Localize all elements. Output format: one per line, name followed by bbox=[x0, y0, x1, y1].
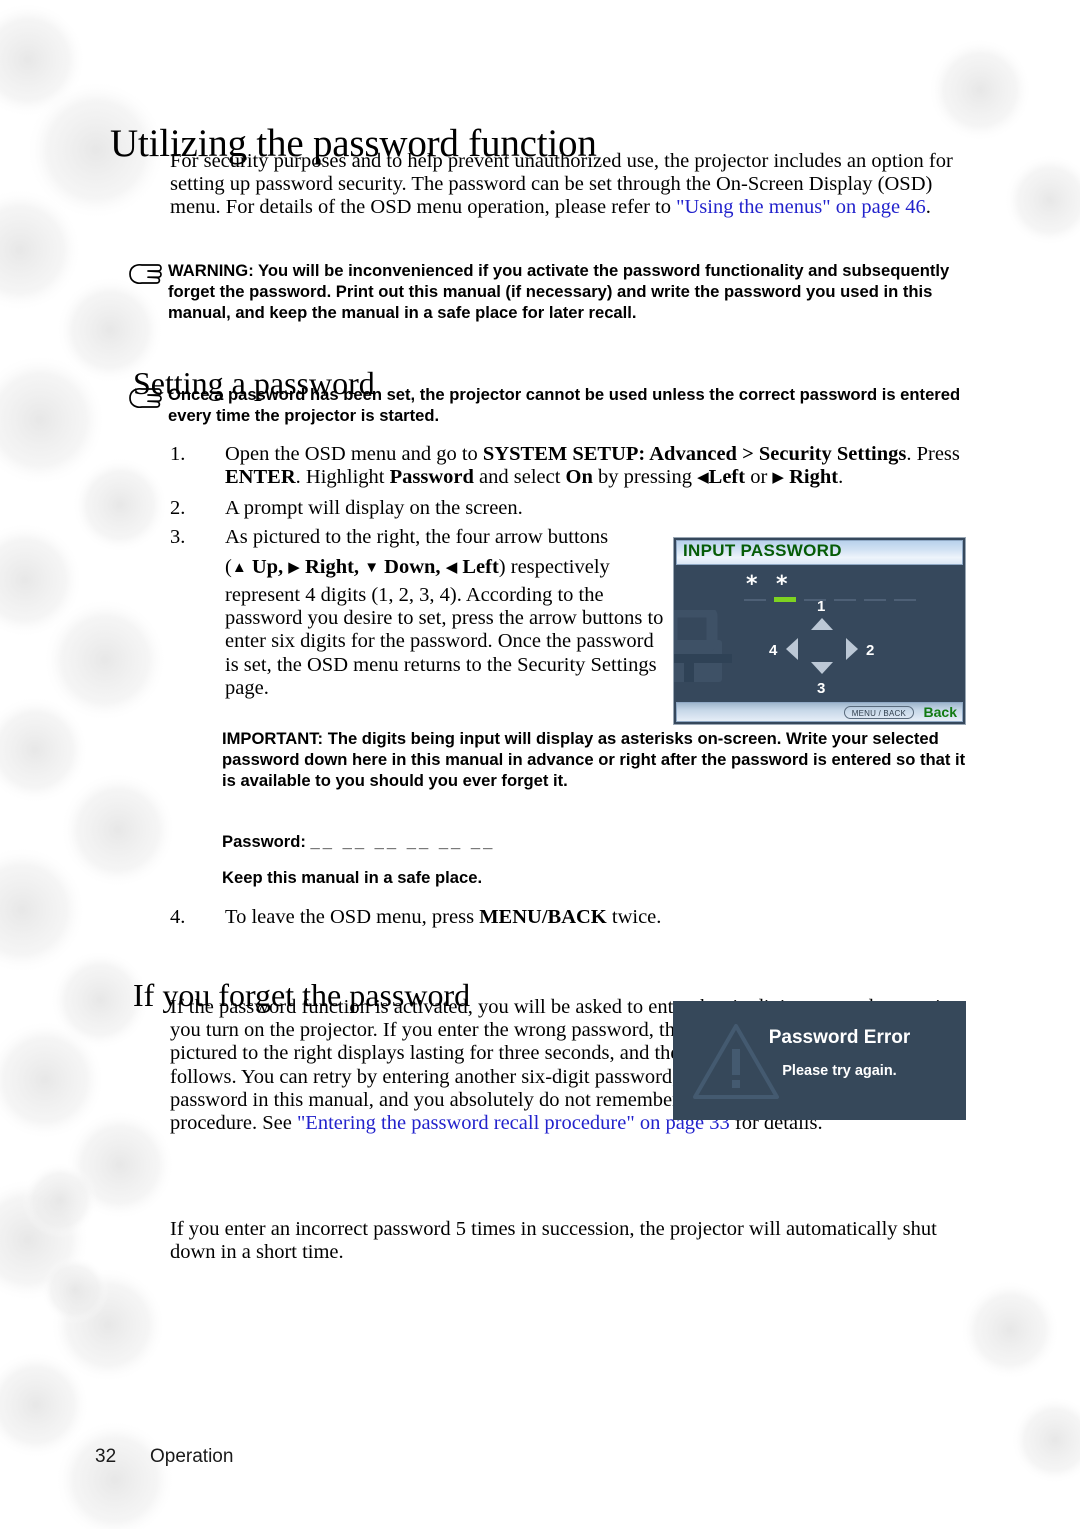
down-triangle-icon: ▼ bbox=[364, 560, 380, 576]
password-label: Password: bbox=[222, 832, 306, 851]
menu-item-password: Password bbox=[389, 466, 474, 489]
left-triangle-icon: ◀ bbox=[697, 470, 709, 487]
password-error-title: Password Error bbox=[768, 1027, 911, 1048]
menu-path-security-settings: SYSTEM SETUP: Advanced > Security Settin… bbox=[482, 443, 907, 465]
arrow-right-icon bbox=[846, 638, 858, 660]
using-the-menus-link[interactable]: "Using the menus" on page 46 bbox=[676, 196, 926, 218]
step4-c: twice. bbox=[606, 906, 662, 928]
key-up: Up, bbox=[251, 556, 284, 578]
password-recall-procedure-link[interactable]: "Entering the password recall procedure"… bbox=[297, 1112, 730, 1134]
left-triangle-icon-2: ◀ bbox=[445, 560, 458, 576]
arrow-label-up: 1 bbox=[817, 598, 826, 615]
arrow-label-down: 3 bbox=[817, 680, 826, 697]
key-left-2: Left bbox=[462, 556, 499, 578]
key-enter: ENTER bbox=[225, 466, 296, 489]
step3-paren-close: ) respectively bbox=[498, 556, 610, 578]
step-3-number: 3. bbox=[170, 526, 186, 548]
step-4-text: To leave the OSD menu, press MENU/BACK t… bbox=[225, 906, 970, 929]
step1-h: . bbox=[838, 466, 844, 489]
password-asterisk-1: * bbox=[746, 572, 758, 597]
slot-underline-6 bbox=[894, 599, 916, 601]
key-right-2: Right, bbox=[304, 556, 360, 578]
value-on: On bbox=[565, 466, 593, 489]
step-2-number: 2. bbox=[170, 497, 186, 519]
osd-title-label: INPUT PASSWORD bbox=[683, 541, 842, 560]
arrow-label-right: 2 bbox=[866, 642, 875, 659]
arrow-up-icon bbox=[811, 618, 833, 630]
page-number: 32 bbox=[95, 1446, 117, 1467]
key-left: Left bbox=[708, 466, 746, 489]
intro-text-part2: . bbox=[925, 196, 931, 219]
important-note: IMPORTANT: The digits being input will d… bbox=[222, 729, 966, 790]
step-4-number: 4. bbox=[170, 906, 186, 928]
password-blanks[interactable]: __ __ __ __ __ __ bbox=[311, 831, 496, 852]
osd-back-action-label[interactable]: Back bbox=[924, 704, 957, 720]
step1-a: Open the OSD menu and go to bbox=[225, 443, 483, 465]
menu-back-key-badge[interactable]: MENU / BACK bbox=[843, 706, 914, 719]
arrow-key-diagram: 1 4 2 3 bbox=[767, 598, 877, 705]
keep-safe-note: Keep this manual in a safe place. bbox=[222, 868, 483, 887]
step-1-number: 1. bbox=[170, 443, 186, 465]
step3-paren-open: ( bbox=[225, 556, 232, 578]
step4-a: To leave the OSD menu, press bbox=[225, 906, 480, 928]
chapter-label: Operation bbox=[150, 1446, 234, 1467]
arrow-left-icon bbox=[786, 638, 798, 660]
slot-underline-1 bbox=[744, 599, 766, 601]
step-3-rest: represent 4 digits (1, 2, 3, 4). Accordi… bbox=[225, 584, 664, 699]
lock-watermark-icon bbox=[674, 610, 732, 682]
step-3-line1: As pictured to the right, the four arrow… bbox=[225, 526, 609, 548]
password-asterisk-2: * bbox=[776, 572, 788, 597]
forget-final-paragraph: If you enter an incorrect password 5 tim… bbox=[170, 1218, 937, 1264]
right-triangle-icon: ▶ bbox=[772, 470, 784, 487]
arrow-down-icon bbox=[811, 662, 833, 674]
step-3-keys-line: (▲ Up, ▶ Right, ▼ Down, ◀ Left) respecti… bbox=[225, 556, 675, 579]
step1-c: . Press bbox=[906, 443, 960, 465]
step1-g: or bbox=[745, 466, 773, 489]
osd-password-error-dialog: Password Error Please try again. bbox=[673, 1001, 966, 1120]
intro-paragraph: For security purposes and to help preven… bbox=[170, 150, 970, 220]
setting-password-note: Once a password has been set, the projec… bbox=[168, 385, 961, 425]
password-blank-line: Password: __ __ __ __ __ __ bbox=[222, 831, 722, 852]
step1-e: and select bbox=[473, 466, 566, 489]
pointing-hand-icon-2 bbox=[129, 387, 162, 409]
step1-d: . Highlight bbox=[295, 466, 390, 489]
osd-input-password-dialog: INPUT PASSWORD * * 1 4 2 3 MENU / BACK B… bbox=[673, 537, 966, 725]
arrow-label-left: 4 bbox=[769, 642, 778, 659]
key-down: Down, bbox=[384, 556, 441, 578]
key-right: Right bbox=[789, 466, 839, 489]
warning-note: WARNING: You will be inconvenienced if y… bbox=[168, 261, 950, 322]
up-triangle-icon: ▲ bbox=[231, 560, 247, 576]
key-menu-back: MENU/BACK bbox=[479, 906, 607, 928]
right-triangle-icon-2: ▶ bbox=[288, 560, 300, 576]
osd-footer-bar: MENU / BACK Back bbox=[676, 702, 963, 722]
pointing-hand-icon bbox=[129, 263, 162, 285]
step-2-text: A prompt will display on the screen. bbox=[225, 497, 523, 519]
step1-f: by pressing bbox=[592, 466, 698, 489]
password-error-message: Please try again. bbox=[782, 1063, 897, 1079]
step-1-text: Open the OSD menu and go to SYSTEM SETUP… bbox=[225, 443, 970, 489]
page-footer: 32 Operation bbox=[95, 1446, 233, 1468]
